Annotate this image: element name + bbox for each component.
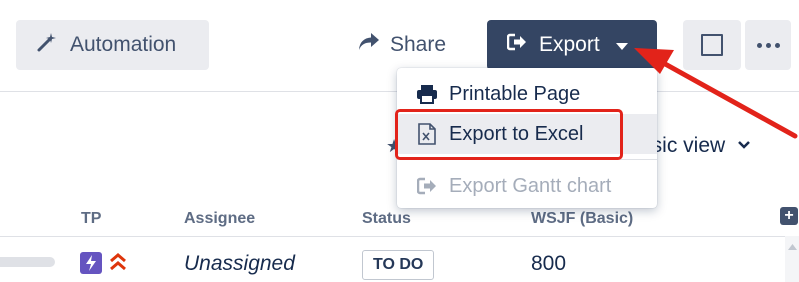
row-divider [0, 236, 785, 237]
menu-item-label: Printable Page [449, 82, 581, 105]
wsjf-value: 800 [531, 252, 567, 275]
share-button[interactable]: Share [352, 20, 462, 70]
column-header-status[interactable]: Status [362, 210, 411, 228]
automation-label: Automation [70, 33, 177, 56]
add-column-icon[interactable]: + [780, 207, 798, 225]
progress-bar-fragment [0, 257, 55, 267]
menu-item-printable-page[interactable]: Printable Page [397, 74, 657, 114]
column-header-assignee[interactable]: Assignee [184, 210, 255, 228]
annotation-arrow [634, 48, 798, 139]
annotation-highlight-box [395, 109, 623, 160]
chevron-down-icon [615, 33, 628, 57]
vertical-scrollbar[interactable] [785, 236, 799, 282]
scroll-up-arrow-icon[interactable] [788, 244, 797, 250]
column-header-wsjf[interactable]: WSJF (Basic) [531, 210, 633, 228]
menu-item-label: Export Gantt chart [449, 174, 612, 197]
share-arrow-icon [358, 32, 380, 58]
status-badge[interactable]: TO DO [362, 250, 435, 280]
share-label: Share [390, 33, 447, 56]
export-label: Export [539, 33, 600, 56]
export-icon [415, 177, 439, 195]
automation-button[interactable]: Automation [16, 20, 209, 70]
menu-item-export-gantt: Export Gantt chart [397, 166, 657, 206]
highest-priority-icon [109, 252, 127, 277]
assignee-value[interactable]: Unassigned [184, 252, 295, 276]
printer-icon [415, 84, 439, 104]
column-header-tp[interactable]: TP [81, 210, 101, 228]
lightning-icon [80, 252, 102, 274]
export-icon [506, 33, 527, 57]
magic-wand-icon [36, 31, 58, 59]
